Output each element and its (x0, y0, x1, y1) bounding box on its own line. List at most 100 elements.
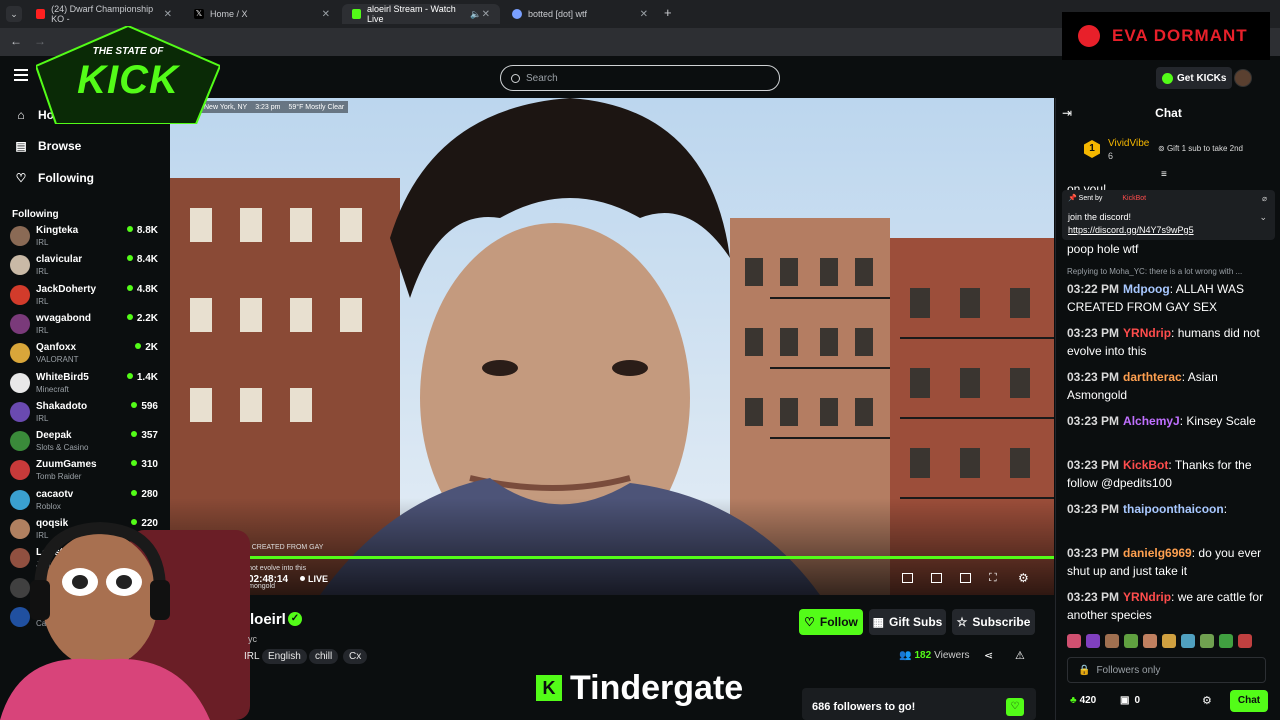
sidebar-channel-row[interactable]: Deepak Slots & Casino 357 (10, 427, 162, 455)
emote-icon[interactable] (1143, 634, 1157, 648)
home-icon: ⌂ (17, 108, 25, 122)
message-time: 03:23 PM (1067, 370, 1120, 384)
report-icon[interactable]: ⚠ (1015, 649, 1025, 662)
follow-button[interactable]: ♡ Follow (799, 609, 863, 635)
progress-track[interactable] (170, 556, 1054, 559)
chat-settings-icon[interactable]: ⚙ (1202, 694, 1212, 707)
heart-icon: ♡ (804, 615, 815, 629)
emote-icon[interactable] (1162, 634, 1176, 648)
pinned-message[interactable]: 📌 Sent by KickBot ⌀ join the discord! ht… (1062, 190, 1275, 240)
speaker-icon[interactable]: 🔈 (470, 9, 481, 20)
channel-category: IRL (36, 413, 49, 423)
tab-aloeirl-stream[interactable]: aloeirl Stream - Watch Live 🔈 ✕ (342, 4, 500, 24)
avatar (10, 431, 30, 452)
search-input[interactable]: Search (500, 65, 780, 91)
sub-balance[interactable]: ▣ 0 (1120, 695, 1140, 706)
emote-icon[interactable] (1200, 634, 1214, 648)
chat-message[interactable]: 03:22 PM Mdpoog: ALLAH WAS CREATED FROM G… (1067, 280, 1272, 316)
avatar (10, 401, 30, 422)
tab-dwarf-championship[interactable]: (24) Dwarf Championship KO - ✕ (26, 4, 182, 24)
get-kicks-button[interactable]: Get KICKs (1156, 67, 1233, 89)
tag-english[interactable]: English (262, 649, 307, 664)
share-icon[interactable]: ⋖ (984, 649, 993, 662)
sidebar-item-browse[interactable]: ▤ Browse (14, 139, 81, 153)
chat-input[interactable]: 🔒 Followers only (1067, 657, 1266, 683)
goal-heart-icon[interactable]: ♡ (1006, 698, 1024, 716)
x-logo-icon: 𝕏 (194, 9, 204, 19)
chat-message[interactable]: 03:23 PM YRNdrip: humans did not evolve i… (1067, 324, 1272, 360)
state-of-kick-logo: THE STATE OF KICK (36, 26, 220, 124)
kicks-balance[interactable]: ♣ 420 (1070, 695, 1096, 706)
pip-icon[interactable] (960, 573, 971, 583)
channel-name[interactable]: loeirl (250, 611, 286, 628)
close-tab-icon[interactable]: ✕ (482, 9, 490, 20)
chat-message[interactable]: 03:23 PM danielg6969: do you ever shut up… (1067, 544, 1272, 580)
emote-icon[interactable] (1181, 634, 1195, 648)
subscribe-button[interactable]: ☆ Subscribe (952, 609, 1035, 635)
video-player[interactable]: New York, NY 3:23 pm 59°F Mostly Clear A… (170, 98, 1054, 595)
unpin-icon[interactable]: ⌀ (1262, 194, 1267, 203)
gift-box-icon: ▣ (1120, 695, 1130, 706)
message-username[interactable]: darthterac (1123, 370, 1182, 384)
sidebar-channel-row[interactable]: cacaotv Roblox 280 (10, 486, 162, 514)
emote-icon[interactable] (1086, 634, 1100, 648)
tag-cx[interactable]: Cx (343, 649, 368, 664)
message-username[interactable]: YRNdrip (1123, 590, 1171, 604)
live-indicator: LIVE (300, 574, 328, 584)
chat-message[interactable]: 03:23 PM AlchemyJ: Kinsey Scale (1067, 412, 1272, 430)
back-icon[interactable]: ← (10, 34, 22, 48)
send-chat-button[interactable]: Chat (1230, 690, 1268, 712)
message-username[interactable]: AlchemyJ (1123, 414, 1180, 428)
chat-panel: ⇥ Chat 1 VividVibe 6 ⊚ Gift 1 sub to tak… (1055, 98, 1280, 720)
filter-icon[interactable]: ≡ (1161, 169, 1167, 180)
sidebar-channel-row[interactable]: ZuumGames Tomb Raider 310 (10, 456, 162, 484)
discord-link[interactable]: https://discord.gg/N4Y7s9wPg5 (1068, 225, 1194, 235)
chat-message[interactable]: 03:23 PM KickBot: Thanks for the follow @… (1067, 456, 1272, 492)
emote-icon[interactable] (1067, 634, 1081, 648)
eva-status-badge: EVA DORMANT (1062, 12, 1270, 60)
tag-chill[interactable]: chill (309, 649, 339, 664)
reply-hint: Replying to Moha_YC: there is a lot wron… (1067, 267, 1243, 276)
sidebar-channel-row[interactable]: Kingteka IRL 8.8K (10, 222, 162, 250)
tab-botted-wtf[interactable]: botted [dot] wtf ✕ (502, 4, 658, 24)
chevron-down-icon[interactable]: ⌄ (1259, 212, 1267, 223)
gift-icon: ⊚ (1158, 144, 1167, 153)
emote-icon[interactable] (1105, 634, 1119, 648)
theater-mode-icon[interactable] (902, 573, 913, 583)
emote-icon[interactable] (1219, 634, 1233, 648)
message-text: Kinsey Scale (1186, 414, 1256, 428)
sidebar-channel-row[interactable]: wvagabond IRL 2.2K (10, 310, 162, 338)
message-username[interactable]: KickBot (1123, 458, 1168, 472)
sidebar-channel-row[interactable]: WhiteBird5 Minecraft 1.4K (10, 369, 162, 397)
clip-icon[interactable] (931, 573, 942, 583)
menu-icon[interactable] (14, 69, 28, 81)
new-tab-button[interactable]: + (664, 5, 672, 20)
gift-subs-button[interactable]: ▦ Gift Subs (869, 609, 946, 635)
message-username[interactable]: thaipoonthaicoon (1123, 502, 1224, 516)
tab-home-x[interactable]: 𝕏 Home / X ✕ (184, 4, 340, 24)
emote-icon[interactable] (1124, 634, 1138, 648)
sidebar-item-following[interactable]: ♡ Following (14, 171, 94, 185)
message-username[interactable]: danielg6969 (1123, 546, 1192, 560)
close-tab-icon[interactable]: ✕ (164, 9, 172, 20)
close-tab-icon[interactable]: ✕ (322, 9, 330, 20)
user-avatar[interactable] (1234, 69, 1252, 87)
tab-list-dropdown-icon[interactable]: ⌄ (6, 6, 22, 22)
fullscreen-icon[interactable]: ⛶ (989, 572, 997, 585)
chat-message[interactable]: 03:23 PM YRNdrip: we are cattle for anoth… (1067, 588, 1272, 624)
viewer-count: 2K (135, 342, 158, 353)
gift-hint[interactable]: ⊚ Gift 1 sub to take 2nd (1158, 144, 1243, 153)
message-time: 03:23 PM (1067, 546, 1120, 560)
sidebar-channel-row[interactable]: Shakadoto IRL 596 (10, 398, 162, 426)
close-tab-icon[interactable]: ✕ (640, 9, 648, 20)
message-username[interactable]: YRNdrip (1123, 326, 1171, 340)
settings-icon[interactable]: ⚙ (1018, 571, 1029, 585)
chat-message[interactable]: 03:23 PM darthterac: Asian Asmongold (1067, 368, 1272, 404)
sidebar-channel-row[interactable]: JackDoherty IRL 4.8K (10, 281, 162, 309)
chat-message[interactable]: 03:23 PM thaipoonthaicoon: (1067, 500, 1272, 518)
emote-icon[interactable] (1238, 634, 1252, 648)
message-username[interactable]: Mdpoog (1123, 282, 1170, 296)
location-overlay: New York, NY 3:23 pm 59°F Mostly Clear (200, 101, 349, 113)
sidebar-channel-row[interactable]: Qanfoxx VALORANT 2K (10, 339, 162, 367)
sidebar-channel-row[interactable]: clavicular IRL 8.4K (10, 251, 162, 279)
